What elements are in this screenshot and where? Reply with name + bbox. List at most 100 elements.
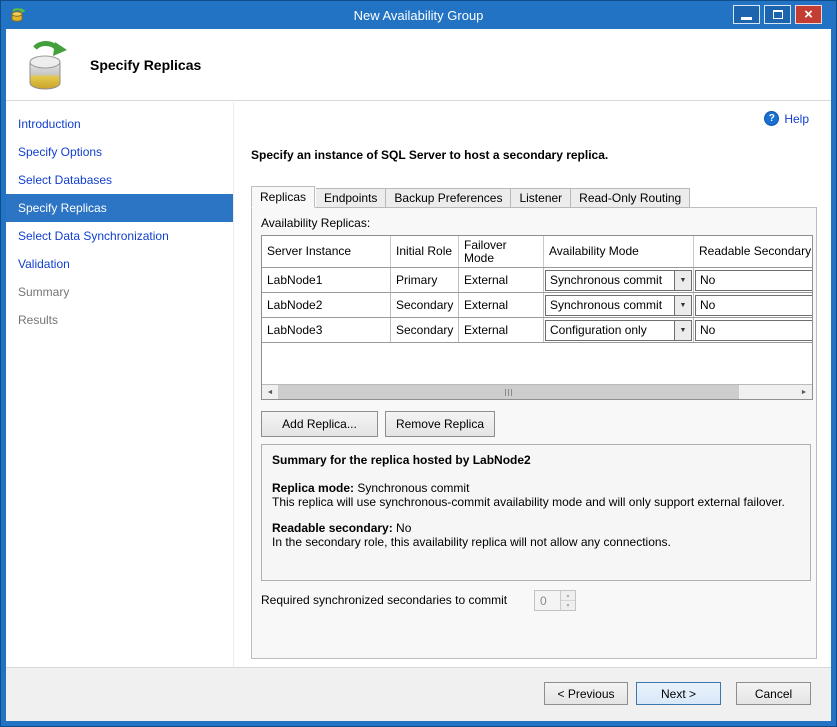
readable-secondary-dropdown[interactable]: No [695, 270, 813, 291]
caption-buttons: × [733, 5, 822, 24]
replica-mode-description: This replica will use synchronous-commit… [272, 495, 800, 509]
sidebar-item-introduction[interactable]: Introduction [6, 110, 233, 138]
cell-initial-role: Secondary [391, 293, 459, 317]
cancel-button[interactable]: Cancel [736, 682, 811, 705]
availability-mode-dropdown[interactable]: Synchronous commit ▼ [545, 270, 692, 291]
maximize-button[interactable] [764, 5, 791, 24]
next-button[interactable]: Next > [636, 682, 721, 705]
wizard-header: Specify Replicas [6, 29, 831, 101]
thumb-grip-icon [511, 389, 512, 396]
readable-secondary-dropdown[interactable]: No [695, 295, 813, 316]
spin-up-icon: ▲ [561, 591, 575, 601]
dialog-client-area: Specify Replicas Introduction Specify Op… [6, 29, 831, 721]
chevron-down-icon[interactable]: ▼ [674, 271, 691, 290]
sidebar-item-validation[interactable]: Validation [6, 250, 233, 278]
tab-endpoints[interactable]: Endpoints [316, 188, 386, 208]
sidebar-item-results: Results [6, 306, 233, 334]
dropdown-value: Synchronous commit [546, 273, 674, 287]
cell-readable-secondary: No [694, 318, 813, 342]
thumb-grip-icon [505, 389, 506, 396]
sidebar-item-specify-replicas[interactable]: Specify Replicas [6, 194, 233, 222]
title-bar[interactable]: New Availability Group × [2, 2, 835, 29]
wizard-steps-sidebar: Introduction Specify Options Select Data… [6, 102, 234, 667]
table-empty-area [262, 343, 812, 384]
help-label: Help [784, 112, 809, 126]
remove-replica-button[interactable]: Remove Replica [385, 411, 495, 437]
col-header-server-instance: Server Instance [262, 236, 391, 267]
tab-listener[interactable]: Listener [511, 188, 571, 208]
maximize-icon [773, 10, 783, 19]
dropdown-value: No [696, 323, 813, 337]
col-header-availability-mode: Availability Mode [544, 236, 694, 267]
help-icon: ? [764, 111, 779, 126]
availability-mode-dropdown[interactable]: Configuration only ▼ [545, 320, 692, 341]
wizard-page-content: ? Help Specify an instance of SQL Server… [235, 102, 831, 667]
cell-readable-secondary: No [694, 293, 813, 317]
cell-initial-role: Primary [391, 268, 459, 292]
close-button[interactable]: × [795, 5, 822, 24]
spinner-value: 0 [535, 591, 560, 610]
cell-readable-secondary: No [694, 268, 813, 292]
scrollbar-thumb[interactable] [278, 385, 739, 399]
chevron-down-icon[interactable]: ▼ [674, 296, 691, 315]
cell-server-instance[interactable]: LabNode1 [262, 268, 391, 292]
page-instruction: Specify an instance of SQL Server to hos… [251, 148, 608, 162]
readable-secondary-line: Readable secondary: No [272, 521, 800, 535]
availability-replicas-table[interactable]: Server Instance Initial Role Failover Mo… [261, 235, 813, 400]
cell-availability-mode: Synchronous commit ▼ [544, 268, 694, 292]
tab-replicas[interactable]: Replicas [251, 186, 315, 208]
replica-tabs: Replicas Endpoints Backup Preferences Li… [251, 186, 690, 208]
table-row[interactable]: LabNode1 Primary External Synchronous co… [262, 268, 812, 293]
dropdown-value: Synchronous commit [546, 298, 674, 312]
cell-server-instance[interactable]: LabNode2 [262, 293, 391, 317]
sidebar-item-specify-options[interactable]: Specify Options [6, 138, 233, 166]
dialog-window: New Availability Group × [0, 0, 837, 727]
availability-mode-dropdown[interactable]: Synchronous commit ▼ [545, 295, 692, 316]
help-link[interactable]: ? Help [764, 111, 809, 126]
cell-server-instance[interactable]: LabNode3 [262, 318, 391, 342]
replica-mode-line: Replica mode: Synchronous commit [272, 481, 800, 495]
readable-secondary-label: Readable secondary: [272, 521, 393, 535]
availability-replicas-label: Availability Replicas: [261, 216, 370, 230]
spin-down-icon: ▼ [561, 601, 575, 610]
thumb-grip-icon [508, 389, 509, 396]
add-replica-button[interactable]: Add Replica... [261, 411, 378, 437]
replica-summary-box: Summary for the replica hosted by LabNod… [261, 444, 811, 581]
scroll-left-arrow-icon[interactable]: ◄ [262, 385, 278, 399]
replica-mode-value: Synchronous commit [354, 481, 469, 495]
chevron-down-icon[interactable]: ▼ [674, 321, 691, 340]
col-header-failover-mode: Failover Mode [459, 236, 544, 267]
scrollbar-track[interactable] [278, 385, 796, 399]
col-header-readable-secondary: Readable Secondary [694, 236, 813, 267]
required-secondaries-spinner: 0 ▲ ▼ [534, 590, 576, 611]
summary-title: Summary for the replica hosted by LabNod… [272, 453, 800, 467]
table-row[interactable]: LabNode3 Secondary External Configuratio… [262, 318, 812, 343]
table-row[interactable]: LabNode2 Secondary External Synchronous … [262, 293, 812, 318]
sidebar-item-select-data-synchronization[interactable]: Select Data Synchronization [6, 222, 233, 250]
cell-failover-mode: External [459, 318, 544, 342]
minimize-icon [741, 17, 752, 20]
scroll-right-arrow-icon[interactable]: ► [796, 385, 812, 399]
sidebar-item-summary: Summary [6, 278, 233, 306]
tab-read-only-routing[interactable]: Read-Only Routing [571, 188, 690, 208]
required-secondaries-row: Required synchronized secondaries to com… [261, 590, 801, 611]
page-title: Specify Replicas [90, 29, 201, 101]
col-header-initial-role: Initial Role [391, 236, 459, 267]
minimize-button[interactable] [733, 5, 760, 24]
dropdown-value: No [696, 273, 813, 287]
tab-backup-preferences[interactable]: Backup Preferences [386, 188, 511, 208]
availability-group-icon [22, 39, 74, 93]
replicas-tab-panel: Availability Replicas: Server Instance I… [251, 207, 817, 659]
cell-failover-mode: External [459, 268, 544, 292]
readable-secondary-value: No [393, 521, 412, 535]
dropdown-value: No [696, 298, 813, 312]
close-icon: × [804, 6, 813, 23]
readable-secondary-dropdown[interactable]: No [695, 320, 813, 341]
wizard-footer: < Previous Next > Cancel [6, 667, 831, 721]
previous-button[interactable]: < Previous [544, 682, 628, 705]
dropdown-value: Configuration only [546, 323, 674, 337]
table-header-row: Server Instance Initial Role Failover Mo… [262, 236, 812, 268]
horizontal-scrollbar[interactable]: ◄ ► [262, 384, 812, 399]
sidebar-item-select-databases[interactable]: Select Databases [6, 166, 233, 194]
cell-availability-mode: Synchronous commit ▼ [544, 293, 694, 317]
